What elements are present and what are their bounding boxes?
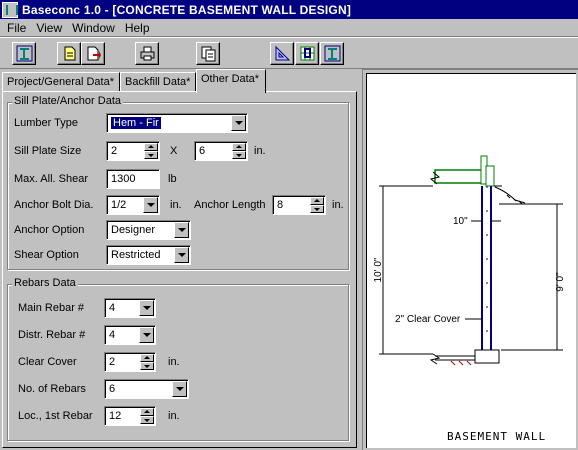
spin-arrows-icon[interactable] — [232, 143, 246, 159]
length-unit-label: in. — [332, 199, 344, 211]
no-rebars-label: No. of Rebars — [18, 383, 86, 395]
floor-slab — [434, 169, 488, 184]
anchor-length-label: Anchor Length — [194, 199, 266, 211]
max-shear-label: Max. All. Shear — [14, 173, 88, 185]
open-doc-icon — [87, 46, 101, 61]
main-rebar-label: Main Rebar # — [18, 302, 85, 314]
chevron-down-icon[interactable] — [172, 381, 187, 397]
loc-rebar-label: Loc., 1st Rebar — [18, 410, 93, 422]
grid-select-icon — [300, 46, 315, 61]
distr-rebar-select[interactable]: 4 — [104, 325, 156, 345]
main-rebar-select[interactable]: 4 — [104, 298, 156, 318]
open-button[interactable] — [81, 42, 105, 65]
drawing-title: BASEMENT WALL — [447, 430, 547, 443]
sill-depth-stepper[interactable]: 6 — [194, 141, 248, 161]
times-sign: X — [170, 145, 178, 157]
drawing-canvas: 10' 0" 9' 0" 10" 2" Clear Cover BASEMENT… — [366, 73, 576, 448]
anchor-length-stepper[interactable]: 8 — [272, 195, 326, 215]
distr-rebar-label: Distr. Rebar # — [18, 329, 86, 341]
wall-button[interactable] — [12, 42, 36, 65]
new-doc-icon — [64, 46, 76, 61]
menu-help[interactable]: Help — [120, 21, 155, 35]
no-rebars-select[interactable]: 6 — [104, 379, 189, 399]
tab-other-data[interactable]: Other Data* — [196, 69, 266, 93]
print-icon — [140, 46, 155, 61]
cover-unit-label: in. — [168, 356, 180, 368]
drawing-panel: 10' 0" 9' 0" 10" 2" Clear Cover BASEMENT… — [362, 69, 578, 450]
sill-plate — [485, 165, 495, 187]
grid-select-button[interactable] — [295, 42, 319, 65]
sill-anchor-group-title: Sill Plate/Anchor Data — [12, 95, 123, 107]
anchor-option-select[interactable]: Designer — [106, 220, 191, 240]
spin-arrows-icon[interactable] — [310, 197, 324, 213]
spin-arrows-icon[interactable] — [144, 143, 158, 159]
title-bar: Baseconc 1.0 - [CONCRETE BASEMENT WALL D… — [0, 0, 578, 19]
shear-option-select[interactable]: Restricted — [106, 245, 191, 265]
spin-arrows-icon[interactable] — [140, 408, 154, 424]
clear-cover-label: Clear Cover — [18, 356, 77, 368]
max-shear-field[interactable]: 1300 — [106, 169, 160, 189]
lumber-type-label: Lumber Type — [14, 117, 79, 129]
copy-pages-button[interactable] — [196, 42, 220, 65]
spin-arrows-icon[interactable] — [140, 354, 154, 370]
wall-design-icon — [324, 45, 341, 62]
app-icon[interactable] — [2, 1, 18, 18]
chevron-down-icon[interactable] — [143, 197, 158, 213]
tab-backfill-data[interactable]: Backfill Data* — [120, 72, 196, 92]
gravel-hatch — [450, 360, 472, 366]
chevron-down-icon[interactable] — [139, 327, 154, 343]
loc-rebar-stepper[interactable]: 12 — [104, 406, 156, 426]
dim-thickness-label: 10" — [453, 216, 468, 227]
bolt-unit-label: in. — [170, 199, 182, 211]
backfill-hatch — [506, 194, 523, 205]
dim-cover-label: 2" Clear Cover — [395, 314, 461, 325]
anchor-bolt-select[interactable]: 1/2 — [106, 195, 160, 215]
chevron-down-icon[interactable] — [174, 247, 189, 263]
chevron-down-icon[interactable] — [231, 115, 246, 131]
lumber-type-select[interactable]: Hem - Fir — [106, 113, 248, 133]
rebars-group-title: Rebars Data — [12, 277, 78, 289]
shear-unit-label: lb — [168, 173, 177, 185]
sill-plate-size-label: Sill Plate Size — [14, 145, 82, 157]
dim-wall-label: 9' 0" — [555, 272, 566, 292]
sill-unit-label: in. — [254, 145, 266, 157]
footing — [474, 349, 500, 364]
print-button[interactable] — [135, 42, 159, 65]
menu-file[interactable]: File — [2, 21, 31, 35]
anchor-option-label: Anchor Option — [14, 224, 85, 236]
menu-bar: File View Window Help — [0, 19, 578, 37]
clear-cover-stepper[interactable]: 2 — [104, 352, 156, 372]
wall-icon — [16, 45, 33, 62]
loc-unit-label: in. — [168, 410, 180, 422]
chevron-down-icon[interactable] — [139, 300, 154, 316]
tab-project-general-data[interactable]: Project/General Data* — [2, 72, 120, 92]
anchor-bolt-label: Anchor Bolt Dia. — [14, 199, 94, 211]
data-panel: Project/General Data* Backfill Data* Oth… — [0, 69, 359, 450]
menu-window[interactable]: Window — [67, 21, 120, 35]
sill-width-stepper[interactable]: 2 — [106, 141, 160, 161]
triangle-ruler-icon — [275, 45, 291, 61]
chevron-down-icon[interactable] — [174, 222, 189, 238]
tab-page-other-data: Sill Plate/Anchor Data Lumber Type Hem -… — [2, 91, 357, 448]
basement-wall-drawing: 10' 0" 9' 0" 10" 2" Clear Cover — [373, 155, 566, 366]
sill-anchor-group: Sill Plate/Anchor Data Lumber Type Hem -… — [7, 95, 349, 270]
menu-view[interactable]: View — [31, 21, 67, 35]
toolbar — [0, 37, 578, 69]
window-title: Baseconc 1.0 - [CONCRETE BASEMENT WALL D… — [22, 2, 352, 17]
backfill-slope — [494, 186, 526, 204]
wall-design-button[interactable] — [320, 42, 344, 65]
dim-total-label: 10' 0" — [373, 257, 384, 282]
triangle-ruler-button[interactable] — [270, 42, 294, 65]
new-button[interactable] — [57, 42, 81, 65]
shear-option-label: Shear Option — [14, 249, 79, 261]
copy-pages-icon — [201, 46, 216, 62]
rebars-group: Rebars Data Main Rebar # 4 Distr. Rebar … — [7, 277, 349, 441]
